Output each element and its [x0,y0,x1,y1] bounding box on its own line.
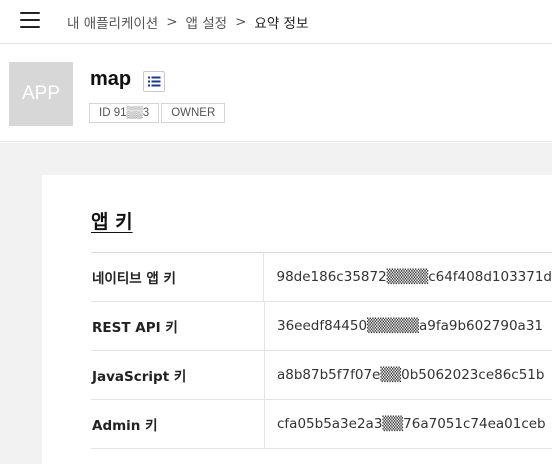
app-keys-card: 앱 키 네이티브 앱 키 98de186c35872▒▒▒▒c64f408d10… [42,175,552,464]
breadcrumb-separator: > [166,14,178,30]
menu-icon[interactable] [20,12,40,28]
breadcrumb-my-applications[interactable]: 내 애플리케이션 [67,12,158,32]
breadcrumb-app-settings[interactable]: 앱 설정 [186,12,228,32]
list-icon [148,76,161,87]
admin-key-value[interactable]: cfa05b5a3e2a3▒▒76a7051c74ea01ceb [265,416,546,432]
app-icon: APP [9,62,73,126]
admin-key-label: Admin 키 [91,400,265,448]
javascript-key-label: JavaScript 키 [91,351,265,399]
section-title: 앱 키 [91,211,133,233]
app-name: map [90,68,132,90]
native-app-key-value[interactable]: 98de186c35872▒▒▒▒c64f408d103371d [264,269,552,285]
table-row: 네이티브 앱 키 98de186c35872▒▒▒▒c64f408d103371… [91,253,552,302]
app-keys-table: 네이티브 앱 키 98de186c35872▒▒▒▒c64f408d103371… [91,252,552,449]
top-bar: 내 애플리케이션 > 앱 설정 > 요약 정보 [0,0,552,44]
javascript-key-value[interactable]: a8b87b5f7f07e▒▒0b5062023ce86c51b [265,367,544,383]
table-row: REST API 키 36eedf84450▒▒▒▒▒a9fa9b602790a… [91,302,552,351]
app-list-button[interactable] [143,71,165,92]
breadcrumb: 내 애플리케이션 > 앱 설정 > 요약 정보 [67,12,308,32]
app-header: APP map ID 91▒▒3 OWNER [0,45,552,142]
table-row: JavaScript 키 a8b87b5f7f07e▒▒0b5062023ce8… [91,351,552,400]
rest-api-key-label: REST API 키 [91,302,265,350]
app-id-badge: ID 91▒▒3 [89,103,160,123]
breadcrumb-separator: > [235,14,247,30]
table-row: Admin 키 cfa05b5a3e2a3▒▒76a7051c74ea01ceb [91,400,552,449]
native-app-key-label: 네이티브 앱 키 [91,253,265,301]
app-badges: ID 91▒▒3 OWNER [89,103,226,123]
role-badge: OWNER [161,103,226,123]
rest-api-key-value[interactable]: 36eedf84450▒▒▒▒▒a9fa9b602790a31 [265,318,543,334]
breadcrumb-summary-info: 요약 정보 [254,16,309,32]
